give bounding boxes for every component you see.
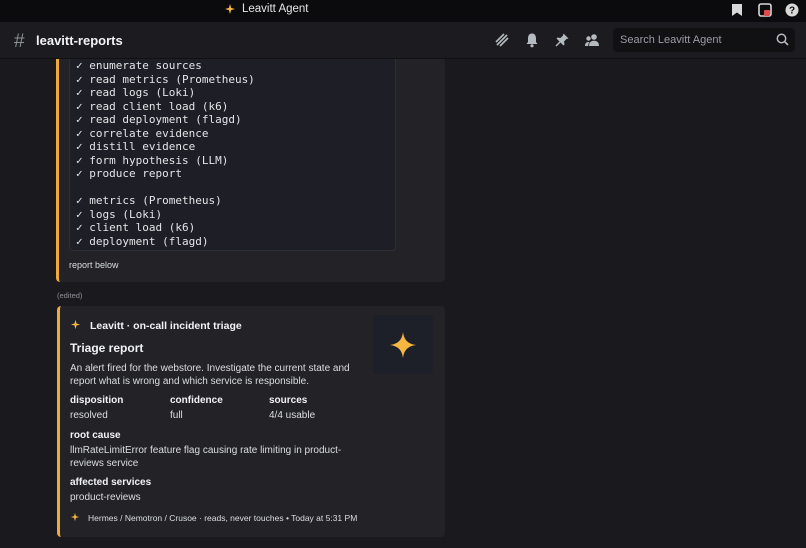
field-sources: sources 4/4 usable [269, 395, 315, 422]
code-line: ✓ deployment (flagd) [76, 234, 209, 248]
bookmark-icon[interactable] [731, 3, 744, 17]
svg-text:?: ? [789, 6, 795, 17]
inbox-icon[interactable] [758, 3, 772, 17]
code-line: ✓ produce report [76, 167, 182, 180]
member-list-icon[interactable] [584, 32, 600, 48]
code-line: ✓ read deployment (flagd) [76, 113, 242, 126]
field-name: sources [269, 395, 308, 406]
code-line: ✓ distill evidence [76, 140, 196, 153]
field-name: confidence [170, 395, 223, 406]
app-title: Leavitt Agent [224, 3, 309, 15]
field-name: affected services [70, 477, 152, 488]
embed-description: An alert fired for the webstore. Investi… [70, 363, 350, 387]
field-value: product-reviews [70, 492, 141, 503]
search-icon[interactable] [776, 33, 789, 46]
embed-thumbnail[interactable] [373, 315, 433, 374]
code-line: ✓ logs (Loki) [76, 207, 163, 221]
author-name: Leavitt · on-call incident triage [90, 320, 242, 332]
code-line: ✓ form hypothesis (LLM) [76, 153, 229, 167]
edited-marker: (edited) [57, 291, 83, 300]
code-line: ✓ read client load (k6) [76, 99, 229, 113]
field-confidence: confidence full [170, 395, 223, 422]
help-icon[interactable]: ? [785, 3, 799, 17]
author-star-icon [70, 317, 81, 335]
notification-bell-icon[interactable] [524, 32, 540, 48]
search-box[interactable] [613, 28, 795, 52]
sparkle-icon [389, 331, 417, 358]
app-logo-icon [224, 3, 236, 15]
footer-text: Hermes / Nemotron / Crusoe · reads, neve… [88, 513, 358, 523]
embed-footer: Hermes / Nemotron / Crusoe · reads, neve… [70, 512, 357, 524]
channel-name: leavitt-reports [36, 33, 123, 48]
field-affected-services: affected services product-reviews [70, 477, 151, 504]
channel-header: # leavitt-reports [0, 22, 806, 59]
search-input[interactable] [620, 34, 770, 46]
field-value: resolved [70, 410, 108, 421]
threads-icon[interactable] [494, 32, 510, 48]
app-name: Leavitt Agent [242, 3, 309, 15]
footer-star-icon [70, 512, 80, 524]
channel-hash-icon: # [14, 31, 25, 52]
field-value: llmRateLimitError feature flag causing r… [70, 445, 342, 469]
status-embed: ✓ enumerate sources ✓ read metrics (Prom… [56, 59, 445, 282]
message-text: report below [69, 260, 119, 270]
title-bar: Leavitt Agent ? [0, 0, 806, 22]
embed-title: Triage report [70, 341, 144, 355]
code-line: ✓ client load (k6) [76, 221, 196, 234]
field-root-cause: root cause llmRateLimitError feature fla… [70, 430, 360, 470]
field-value: full [170, 410, 183, 421]
code-line: ✓ read metrics (Prometheus) [76, 72, 255, 86]
field-name: disposition [70, 395, 124, 406]
code-block: ✓ enumerate sources ✓ read metrics (Prom… [69, 59, 396, 251]
field-value: 4/4 usable [269, 410, 316, 421]
code-line: ✓ metrics (Prometheus) [76, 194, 222, 207]
pin-icon[interactable] [554, 32, 570, 48]
code-line: ✓ correlate evidence [76, 126, 209, 140]
field-name: root cause [70, 430, 121, 441]
code-line: ✓ read logs (Loki) [76, 86, 196, 99]
field-disposition: disposition resolved [70, 395, 123, 422]
triage-embed: Leavitt · on-call incident triage Triage… [57, 306, 445, 537]
embed-author: Leavitt · on-call incident triage [70, 317, 242, 335]
code-line: ✓ enumerate sources [76, 59, 202, 72]
